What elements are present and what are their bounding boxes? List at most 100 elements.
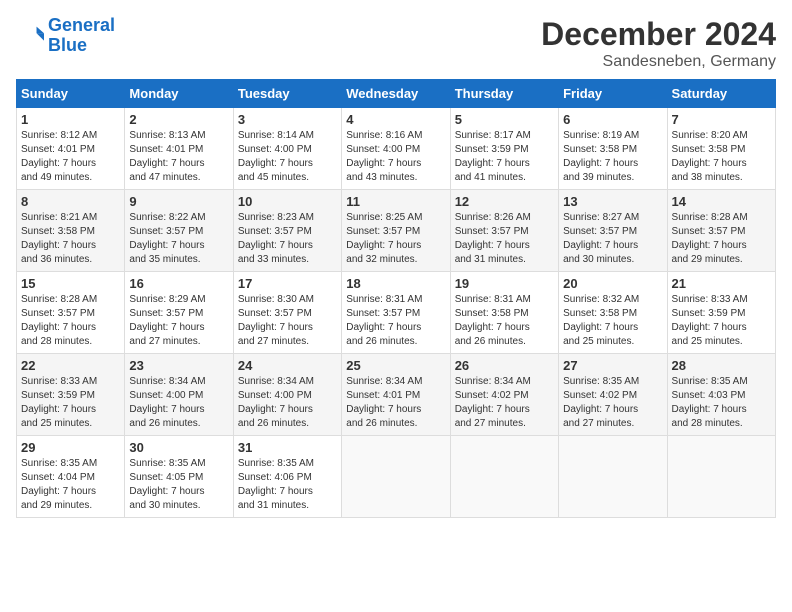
day-info: Sunrise: 8:31 AMSunset: 3:58 PMDaylight:…	[455, 294, 531, 347]
calendar-cell: 12 Sunrise: 8:26 AMSunset: 3:57 PMDaylig…	[450, 190, 558, 272]
calendar-cell: 2 Sunrise: 8:13 AMSunset: 4:01 PMDayligh…	[125, 108, 233, 190]
calendar-cell: 9 Sunrise: 8:22 AMSunset: 3:57 PMDayligh…	[125, 190, 233, 272]
calendar-cell: 14 Sunrise: 8:28 AMSunset: 3:57 PMDaylig…	[667, 190, 775, 272]
day-number: 2	[129, 112, 228, 127]
page-subtitle: Sandesneben, Germany	[541, 53, 776, 71]
title-area: December 2024 Sandesneben, Germany	[541, 16, 776, 71]
day-number: 25	[346, 358, 445, 373]
calendar-cell: 10 Sunrise: 8:23 AMSunset: 3:57 PMDaylig…	[233, 190, 341, 272]
calendar-cell: 13 Sunrise: 8:27 AMSunset: 3:57 PMDaylig…	[559, 190, 667, 272]
day-info: Sunrise: 8:34 AMSunset: 4:02 PMDaylight:…	[455, 376, 531, 429]
col-monday: Monday	[125, 80, 233, 108]
day-number: 11	[346, 194, 445, 209]
calendar-cell: 31 Sunrise: 8:35 AMSunset: 4:06 PMDaylig…	[233, 436, 341, 518]
day-number: 10	[238, 194, 337, 209]
col-wednesday: Wednesday	[342, 80, 450, 108]
day-info: Sunrise: 8:35 AMSunset: 4:03 PMDaylight:…	[672, 376, 748, 429]
calendar-cell: 3 Sunrise: 8:14 AMSunset: 4:00 PMDayligh…	[233, 108, 341, 190]
day-info: Sunrise: 8:22 AMSunset: 3:57 PMDaylight:…	[129, 212, 205, 265]
logo: General Blue	[16, 16, 115, 56]
day-info: Sunrise: 8:17 AMSunset: 3:59 PMDaylight:…	[455, 130, 531, 183]
day-info: Sunrise: 8:13 AMSunset: 4:01 PMDaylight:…	[129, 130, 205, 183]
day-info: Sunrise: 8:32 AMSunset: 3:58 PMDaylight:…	[563, 294, 639, 347]
day-number: 31	[238, 440, 337, 455]
day-number: 16	[129, 276, 228, 291]
day-number: 6	[563, 112, 662, 127]
calendar-cell: 5 Sunrise: 8:17 AMSunset: 3:59 PMDayligh…	[450, 108, 558, 190]
calendar-cell	[450, 436, 558, 518]
logo-line1: General	[48, 15, 115, 35]
day-number: 14	[672, 194, 771, 209]
day-number: 20	[563, 276, 662, 291]
col-tuesday: Tuesday	[233, 80, 341, 108]
calendar-cell: 27 Sunrise: 8:35 AMSunset: 4:02 PMDaylig…	[559, 354, 667, 436]
day-number: 30	[129, 440, 228, 455]
calendar-cell: 18 Sunrise: 8:31 AMSunset: 3:57 PMDaylig…	[342, 272, 450, 354]
day-number: 4	[346, 112, 445, 127]
day-number: 21	[672, 276, 771, 291]
day-info: Sunrise: 8:29 AMSunset: 3:57 PMDaylight:…	[129, 294, 205, 347]
calendar-cell: 6 Sunrise: 8:19 AMSunset: 3:58 PMDayligh…	[559, 108, 667, 190]
day-info: Sunrise: 8:31 AMSunset: 3:57 PMDaylight:…	[346, 294, 422, 347]
calendar-cell: 19 Sunrise: 8:31 AMSunset: 3:58 PMDaylig…	[450, 272, 558, 354]
calendar-cell: 28 Sunrise: 8:35 AMSunset: 4:03 PMDaylig…	[667, 354, 775, 436]
day-info: Sunrise: 8:28 AMSunset: 3:57 PMDaylight:…	[672, 212, 748, 265]
day-info: Sunrise: 8:16 AMSunset: 4:00 PMDaylight:…	[346, 130, 422, 183]
calendar-cell: 24 Sunrise: 8:34 AMSunset: 4:00 PMDaylig…	[233, 354, 341, 436]
calendar-cell	[667, 436, 775, 518]
week-row-3: 15 Sunrise: 8:28 AMSunset: 3:57 PMDaylig…	[17, 272, 776, 354]
col-friday: Friday	[559, 80, 667, 108]
day-number: 19	[455, 276, 554, 291]
calendar-body: 1 Sunrise: 8:12 AMSunset: 4:01 PMDayligh…	[17, 108, 776, 518]
day-info: Sunrise: 8:33 AMSunset: 3:59 PMDaylight:…	[21, 376, 97, 429]
day-number: 26	[455, 358, 554, 373]
day-info: Sunrise: 8:19 AMSunset: 3:58 PMDaylight:…	[563, 130, 639, 183]
day-info: Sunrise: 8:35 AMSunset: 4:02 PMDaylight:…	[563, 376, 639, 429]
day-number: 12	[455, 194, 554, 209]
day-number: 18	[346, 276, 445, 291]
day-info: Sunrise: 8:30 AMSunset: 3:57 PMDaylight:…	[238, 294, 314, 347]
calendar-cell: 4 Sunrise: 8:16 AMSunset: 4:00 PMDayligh…	[342, 108, 450, 190]
logo-text: General Blue	[48, 16, 115, 56]
calendar-cell	[559, 436, 667, 518]
calendar-cell: 22 Sunrise: 8:33 AMSunset: 3:59 PMDaylig…	[17, 354, 125, 436]
header-row: Sunday Monday Tuesday Wednesday Thursday…	[17, 80, 776, 108]
day-info: Sunrise: 8:34 AMSunset: 4:01 PMDaylight:…	[346, 376, 422, 429]
day-number: 8	[21, 194, 120, 209]
day-info: Sunrise: 8:14 AMSunset: 4:00 PMDaylight:…	[238, 130, 314, 183]
day-number: 5	[455, 112, 554, 127]
day-info: Sunrise: 8:33 AMSunset: 3:59 PMDaylight:…	[672, 294, 748, 347]
calendar-cell: 20 Sunrise: 8:32 AMSunset: 3:58 PMDaylig…	[559, 272, 667, 354]
week-row-1: 1 Sunrise: 8:12 AMSunset: 4:01 PMDayligh…	[17, 108, 776, 190]
calendar-table: Sunday Monday Tuesday Wednesday Thursday…	[16, 79, 776, 518]
day-number: 7	[672, 112, 771, 127]
day-number: 9	[129, 194, 228, 209]
calendar-cell: 15 Sunrise: 8:28 AMSunset: 3:57 PMDaylig…	[17, 272, 125, 354]
day-number: 29	[21, 440, 120, 455]
header: General Blue December 2024 Sandesneben, …	[16, 16, 776, 71]
col-sunday: Sunday	[17, 80, 125, 108]
day-info: Sunrise: 8:34 AMSunset: 4:00 PMDaylight:…	[129, 376, 205, 429]
day-info: Sunrise: 8:26 AMSunset: 3:57 PMDaylight:…	[455, 212, 531, 265]
calendar-cell: 1 Sunrise: 8:12 AMSunset: 4:01 PMDayligh…	[17, 108, 125, 190]
col-thursday: Thursday	[450, 80, 558, 108]
logo-line2: Blue	[48, 35, 87, 55]
day-info: Sunrise: 8:25 AMSunset: 3:57 PMDaylight:…	[346, 212, 422, 265]
col-saturday: Saturday	[667, 80, 775, 108]
day-number: 27	[563, 358, 662, 373]
week-row-4: 22 Sunrise: 8:33 AMSunset: 3:59 PMDaylig…	[17, 354, 776, 436]
day-info: Sunrise: 8:34 AMSunset: 4:00 PMDaylight:…	[238, 376, 314, 429]
week-row-5: 29 Sunrise: 8:35 AMSunset: 4:04 PMDaylig…	[17, 436, 776, 518]
day-number: 22	[21, 358, 120, 373]
day-info: Sunrise: 8:27 AMSunset: 3:57 PMDaylight:…	[563, 212, 639, 265]
calendar-cell	[342, 436, 450, 518]
week-row-2: 8 Sunrise: 8:21 AMSunset: 3:58 PMDayligh…	[17, 190, 776, 272]
day-number: 3	[238, 112, 337, 127]
day-info: Sunrise: 8:20 AMSunset: 3:58 PMDaylight:…	[672, 130, 748, 183]
logo-icon	[16, 22, 44, 50]
calendar-cell: 7 Sunrise: 8:20 AMSunset: 3:58 PMDayligh…	[667, 108, 775, 190]
page-title: December 2024	[541, 16, 776, 53]
day-number: 1	[21, 112, 120, 127]
day-number: 13	[563, 194, 662, 209]
day-info: Sunrise: 8:12 AMSunset: 4:01 PMDaylight:…	[21, 130, 97, 183]
